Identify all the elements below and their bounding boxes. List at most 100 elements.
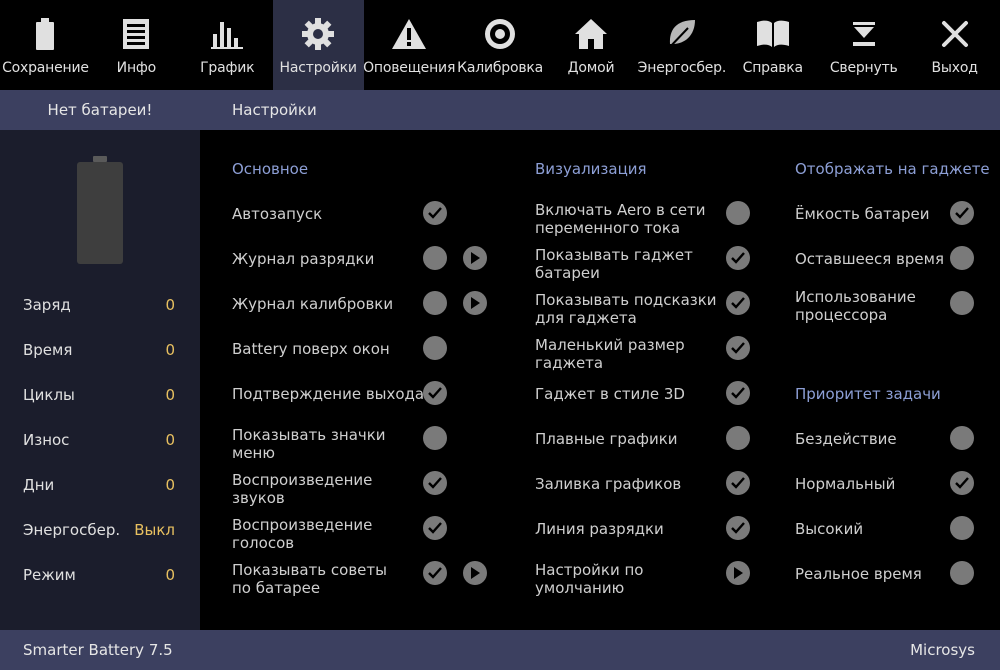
stat-label: Время: [23, 341, 73, 359]
stat-row-wear: Износ 0: [23, 430, 175, 450]
toolbar-exit-button[interactable]: Выход: [909, 0, 1000, 90]
toolbar-home-button[interactable]: Домой: [546, 0, 637, 90]
fill-graphs-checkbox[interactable]: [726, 471, 750, 495]
toolbar-alerts-button[interactable]: Оповещения: [363, 0, 456, 90]
toolbar-info-button[interactable]: Инфо: [91, 0, 182, 90]
toolbar-label: Инфо: [116, 60, 157, 76]
toolbar-label: Выход: [931, 60, 978, 76]
toolbar-label: Настройки: [279, 60, 357, 76]
toolbar-minimize-button[interactable]: Свернуть: [818, 0, 909, 90]
close-icon: [935, 14, 975, 54]
option-label: Гаджет в стиле 3D: [535, 385, 685, 403]
stat-value: 0: [165, 476, 175, 494]
check-icon: [731, 252, 745, 264]
always-on-top-checkbox[interactable]: [423, 336, 447, 360]
toolbar-label: Домой: [567, 60, 615, 76]
option-label: Журнал калибровки: [232, 295, 394, 313]
toolbar-label: Свернуть: [829, 60, 898, 76]
calibration-log-play-button[interactable]: [463, 291, 487, 315]
stat-label: Циклы: [23, 386, 75, 404]
check-icon: [428, 387, 442, 399]
toolbar-graph-button[interactable]: График: [182, 0, 273, 90]
stat-label: Заряд: [23, 296, 71, 314]
option-label: Показывать подсказки для гаджета: [535, 291, 717, 327]
sounds-checkbox[interactable]: [423, 471, 447, 495]
show-gadget-checkbox[interactable]: [726, 246, 750, 270]
toolbar-settings-button[interactable]: Настройки: [272, 0, 364, 90]
option-label: Нормальный: [795, 475, 896, 493]
priority-idle-radio[interactable]: [950, 426, 974, 450]
exit-confirm-checkbox[interactable]: [423, 381, 447, 405]
toolbar-label: Калибровка: [457, 60, 544, 76]
option-label: Маленький размер гаджета: [535, 336, 685, 372]
battery-status-text: Нет батареи!: [47, 101, 153, 119]
discharge-log-play-button[interactable]: [463, 246, 487, 270]
toolbar-powersave-button[interactable]: Энергосбер.: [636, 0, 727, 90]
stat-row-charge: Заряд 0: [23, 295, 175, 315]
main-toolbar: Сохранение Инфо График Настройки Оповеще…: [0, 0, 1000, 90]
priority-high-radio[interactable]: [950, 516, 974, 540]
stat-value: 0: [165, 296, 175, 314]
check-icon: [955, 477, 969, 489]
toolbar-label: Справка: [742, 60, 803, 76]
page-title: Настройки: [232, 101, 317, 119]
priority-normal-radio[interactable]: [950, 471, 974, 495]
option-label: Плавные графики: [535, 430, 678, 448]
gadget-capacity-checkbox[interactable]: [950, 201, 974, 225]
option-label: Использование процессора: [795, 288, 916, 324]
stat-label: Режим: [23, 566, 76, 584]
section-title-priority: Приоритет задачи: [795, 385, 941, 403]
settings-panel: Основное Автозапуск Журнал разрядки Журн…: [200, 130, 1000, 630]
stat-value: 0: [165, 431, 175, 449]
option-label: Линия разрядки: [535, 520, 664, 538]
option-label: Реальное время: [795, 565, 922, 583]
discharge-log-checkbox[interactable]: [423, 246, 447, 270]
bar-chart-icon: [207, 14, 247, 54]
calibration-log-checkbox[interactable]: [423, 291, 447, 315]
leaf-icon: [662, 14, 702, 54]
section-title-gadget: Отображать на гаджете: [795, 160, 990, 178]
check-icon: [731, 522, 745, 534]
vendor-link[interactable]: Microsys: [910, 630, 975, 670]
status-bar: Smarter Battery 7.5 Microsys: [0, 630, 1000, 670]
toolbar-help-button[interactable]: Справка: [727, 0, 818, 90]
gadget-3d-checkbox[interactable]: [726, 381, 750, 405]
option-label: Ёмкость батареи: [795, 205, 930, 223]
toolbar-label: Энергосбер.: [637, 60, 727, 76]
check-icon: [428, 567, 442, 579]
option-label: Бездействие: [795, 430, 897, 448]
target-icon: [480, 14, 520, 54]
check-icon: [731, 297, 745, 309]
voices-checkbox[interactable]: [423, 516, 447, 540]
minimize-icon: [844, 14, 884, 54]
autostart-checkbox[interactable]: [423, 201, 447, 225]
stat-row-days: Дни 0: [23, 475, 175, 495]
option-label: Автозапуск: [232, 205, 323, 223]
stat-label: Энергосбер.: [23, 521, 121, 539]
home-icon: [571, 14, 611, 54]
gadget-tooltips-checkbox[interactable]: [726, 291, 750, 315]
smooth-graphs-checkbox[interactable]: [726, 426, 750, 450]
toolbar-save-button[interactable]: Сохранение: [0, 0, 91, 90]
gadget-cpu-usage-checkbox[interactable]: [950, 291, 974, 315]
toolbar-label: Оповещения: [363, 60, 456, 76]
small-gadget-checkbox[interactable]: [726, 336, 750, 360]
section-title-visualization: Визуализация: [535, 160, 647, 178]
option-label: Воспроизведение голосов: [232, 516, 373, 552]
battery-tips-play-button[interactable]: [463, 561, 487, 585]
gadget-remaining-time-checkbox[interactable]: [950, 246, 974, 270]
menu-icons-checkbox[interactable]: [423, 426, 447, 450]
option-label: Подтверждение выхода: [232, 385, 425, 403]
reset-defaults-button[interactable]: [726, 561, 750, 585]
stat-value: 0: [165, 386, 175, 404]
discharge-line-checkbox[interactable]: [726, 516, 750, 540]
priority-realtime-radio[interactable]: [950, 561, 974, 585]
aero-ac-checkbox[interactable]: [726, 201, 750, 225]
option-label: Показывать советы по батарее: [232, 561, 387, 597]
toolbar-calibration-button[interactable]: Калибровка: [455, 0, 546, 90]
book-icon: [753, 14, 793, 54]
header-bar: Нет батареи! Настройки: [0, 90, 1000, 130]
battery-icon: [25, 14, 65, 54]
stat-value: 0: [165, 566, 175, 584]
battery-tips-checkbox[interactable]: [423, 561, 447, 585]
